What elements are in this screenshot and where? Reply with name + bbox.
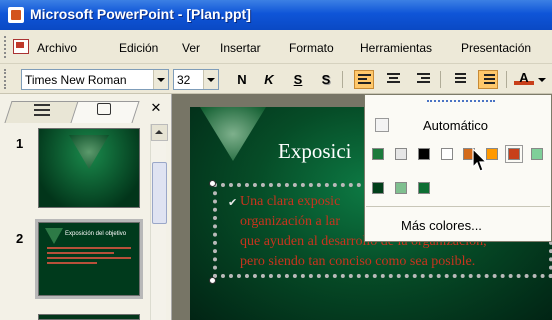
menu-ver[interactable]: Ver [182,41,200,55]
font-name-combo[interactable]: Times New Roman [21,69,169,90]
color-swatch-forest-green[interactable] [418,182,430,194]
toolbar-separator [440,71,441,88]
more-colors-option[interactable]: Más colores... [401,218,482,233]
resize-handle[interactable] [209,277,216,284]
body-line-4[interactable]: pero siendo tan conciso como sea posible… [240,254,475,270]
menu-edicion[interactable]: Edición [119,41,158,55]
thumbnail-ornament [69,135,109,169]
bold-button[interactable]: N [232,70,252,89]
toolbar-separator [506,71,507,88]
outline-icon [34,104,50,116]
menu-archivo[interactable]: Archivo [37,41,77,55]
slide-thumbnail-2[interactable]: Exposición del objetivo [35,219,143,299]
color-swatch-sage-green[interactable] [395,182,407,194]
slide-number-1: 1 [16,136,24,151]
numbered-list-icon [453,73,466,85]
menubar-grip[interactable] [4,36,7,58]
mouse-pointer-icon [472,148,488,172]
thumbnail-title: Exposición del objetivo [65,231,127,237]
color-swatch-green[interactable] [372,148,384,160]
toolbar-separator [342,71,343,88]
italic-button[interactable]: K [259,70,279,89]
body-line-1[interactable]: Una clara exposic [240,194,340,210]
automatic-color-option[interactable]: Automático [423,118,488,133]
align-right-icon [417,73,430,85]
color-swatch-light-gray[interactable] [395,148,407,160]
resize-handle[interactable] [209,180,216,187]
color-swatch-black[interactable] [418,148,430,160]
menu-presentacion[interactable]: Presentación [461,41,531,55]
align-center-button[interactable] [384,70,404,89]
slides-scrollbar[interactable] [150,124,168,320]
color-swatch-white[interactable] [441,148,453,160]
thumbnail-body [47,247,131,264]
align-center-icon [387,73,400,85]
dropdown-separator [366,206,550,207]
dropdown-drag-handle[interactable] [427,100,495,104]
align-left-button[interactable] [354,70,374,89]
font-size-value: 32 [177,73,191,87]
bullet-icon: ✔ [228,197,238,209]
scrollbar-thumb[interactable] [152,162,167,224]
slides-icon [97,103,111,115]
slide-thumbnail-3[interactable] [38,314,140,320]
numbering-button[interactable] [450,70,470,89]
font-size-combo[interactable]: 32 [173,69,219,90]
close-pane-button[interactable]: ✕ [148,100,164,116]
window-title: Microsoft PowerPoint - [Plan.ppt] [30,6,251,22]
chevron-down-icon[interactable] [153,70,168,89]
color-swatch-light-green[interactable] [531,148,543,160]
chevron-down-icon[interactable] [538,78,546,82]
slide-thumbnail-1[interactable] [38,128,140,208]
align-left-icon [358,74,371,86]
automatic-color-swatch[interactable] [375,118,389,132]
color-swatch-red-orange[interactable] [508,148,520,160]
powerpoint-app-icon[interactable] [8,7,24,23]
body-line-2[interactable]: organización a lar [240,214,340,230]
bullets-button[interactable] [478,70,498,89]
font-name-value: Times New Roman [25,73,127,87]
slide-title[interactable]: Exposici [278,139,352,164]
menu-herramientas[interactable]: Herramientas [360,41,432,55]
font-color-button[interactable]: A [514,70,534,85]
shadow-button[interactable]: S [316,70,336,89]
scroll-up-icon[interactable] [151,124,168,141]
document-icon[interactable] [13,39,29,54]
menu-formato[interactable]: Formato [289,41,334,55]
color-swatch-dark-green[interactable] [372,182,384,194]
toolbar-grip[interactable] [4,69,7,89]
thumbnail-ornament [45,228,63,244]
menu-bar: Archivo Edición Ver Insertar Formato Her… [0,30,552,64]
title-bar: Microsoft PowerPoint - [Plan.ppt] [0,0,552,30]
slide-ornament [200,107,266,161]
underline-button[interactable]: S [288,70,308,89]
bulleted-list-icon [482,74,495,86]
formatting-toolbar: Times New Roman 32 N K S S A [0,64,552,94]
align-right-button[interactable] [414,70,434,89]
menu-insertar[interactable]: Insertar [220,41,261,55]
slide-number-2: 2 [16,231,24,246]
chevron-down-icon[interactable] [203,70,218,89]
